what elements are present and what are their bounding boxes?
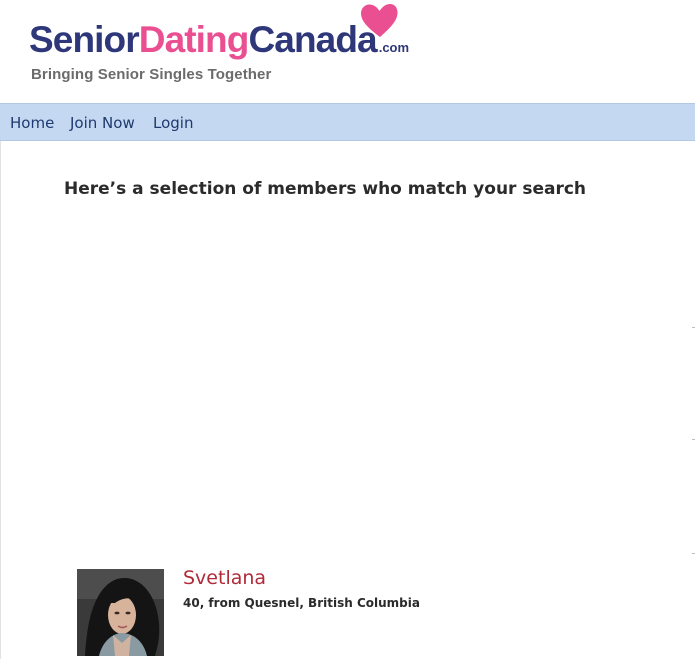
nav-join-now-link[interactable]: Join Now: [70, 114, 135, 132]
member-name-link[interactable]: Svetlana: [183, 567, 266, 589]
member-card: Svetlana 40, from Quesnel, British Colum…: [77, 567, 657, 659]
site-header: SeniorDatingCanada .com Bringing Senior S…: [0, 0, 695, 103]
logo-tagline: Bringing Senior Singles Together: [31, 66, 272, 83]
heart-icon: [361, 4, 398, 37]
logo-word-senior: Senior: [29, 19, 140, 60]
logo-wordmark: SeniorDatingCanada .com: [29, 18, 409, 70]
logo-word-com: .com: [378, 40, 410, 55]
site-logo[interactable]: SeniorDatingCanada .com Bringing Senior S…: [29, 4, 409, 94]
member-photo-image: [77, 569, 164, 656]
member-photo[interactable]: [77, 569, 164, 656]
nav-login-link[interactable]: Login: [153, 114, 193, 132]
logo-word-dating: Dating: [138, 19, 250, 60]
results-heading: Here’s a selection of members who match …: [64, 179, 587, 199]
logo-word-canada: Canada: [248, 19, 377, 60]
results-content: Here’s a selection of members who match …: [0, 141, 695, 659]
main-navigation: Home Join Now Login: [0, 103, 695, 141]
nav-home-link[interactable]: Home: [10, 114, 54, 132]
member-details: 40, from Quesnel, British Columbia: [183, 596, 420, 610]
